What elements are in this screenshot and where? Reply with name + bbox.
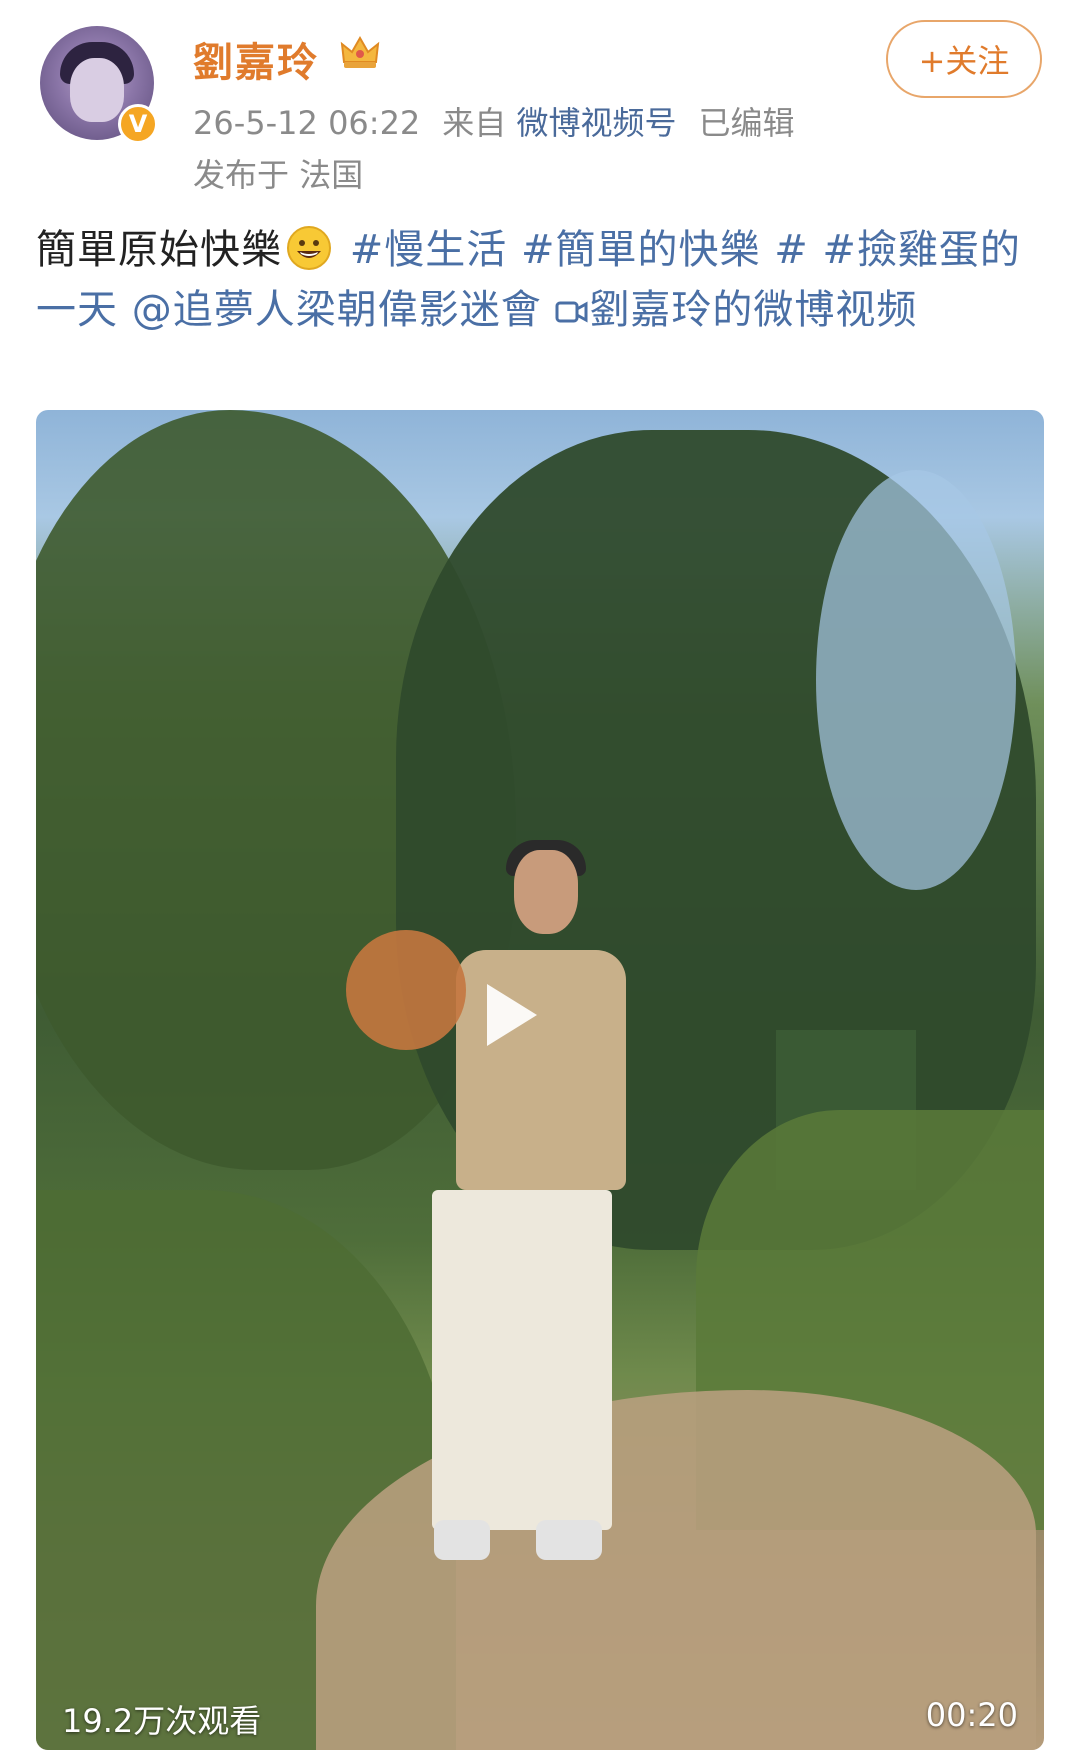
hashtag-empty[interactable]: # [774, 227, 809, 273]
post-location: 发布于 法国 [193, 150, 363, 196]
video-link[interactable]: 劉嘉玲的微博视频 [555, 287, 917, 333]
post-header: V 劉嘉玲 26-5-12 06:22 来自 微博视频号 已编辑 发布于 法国 +关… [0, 0, 1080, 200]
video-frame-person-pants [432, 1190, 612, 1530]
mention-link[interactable]: @追夢人梁朝偉影迷會 [132, 287, 542, 333]
location-value: 法国 [299, 156, 364, 194]
post-meta: 26-5-12 06:22 来自 微博视频号 已编辑 [193, 98, 795, 144]
video-link-label: 劉嘉玲的微博视频 [589, 287, 918, 333]
post-source-link[interactable]: 微博视频号 [516, 104, 676, 142]
from-label: 来自 [442, 104, 507, 142]
video-camera-icon [555, 301, 588, 323]
follow-button[interactable]: +关注 [886, 20, 1042, 98]
post-body-text: 簡單原始快樂 [36, 227, 282, 273]
video-frame-sky [816, 470, 1016, 890]
post-timestamp: 26-5-12 06:22 [193, 104, 421, 142]
video-frame-shoe-right [536, 1520, 602, 1560]
grinning-face-icon [287, 226, 331, 270]
video-frame-shoe-left [434, 1520, 490, 1560]
post-text: 簡單原始快樂 #慢生活 #簡單的快樂 # #撿雞蛋的一天 @追夢人梁朝偉影迷會 … [36, 220, 1046, 340]
view-count: 19.2万次观看 [62, 1702, 262, 1740]
avatar-face [70, 58, 124, 122]
video-frame-egg-basket [346, 930, 466, 1050]
verified-badge-icon: V [118, 104, 158, 144]
play-icon[interactable] [462, 970, 552, 1060]
video-frame-person-head [514, 850, 578, 934]
author-name[interactable]: 劉嘉玲 [193, 30, 319, 88]
hashtag-slow-life[interactable]: #慢生活 [350, 227, 508, 273]
video-duration: 00:20 [925, 1696, 1018, 1734]
hashtag-simple-happiness[interactable]: #簡單的快樂 [521, 227, 761, 273]
location-label: 发布于 [193, 156, 290, 194]
edited-label: 已编辑 [698, 104, 795, 142]
video-player[interactable]: 19.2万次观看 00:20 [36, 410, 1044, 1750]
crown-icon [340, 35, 380, 68]
